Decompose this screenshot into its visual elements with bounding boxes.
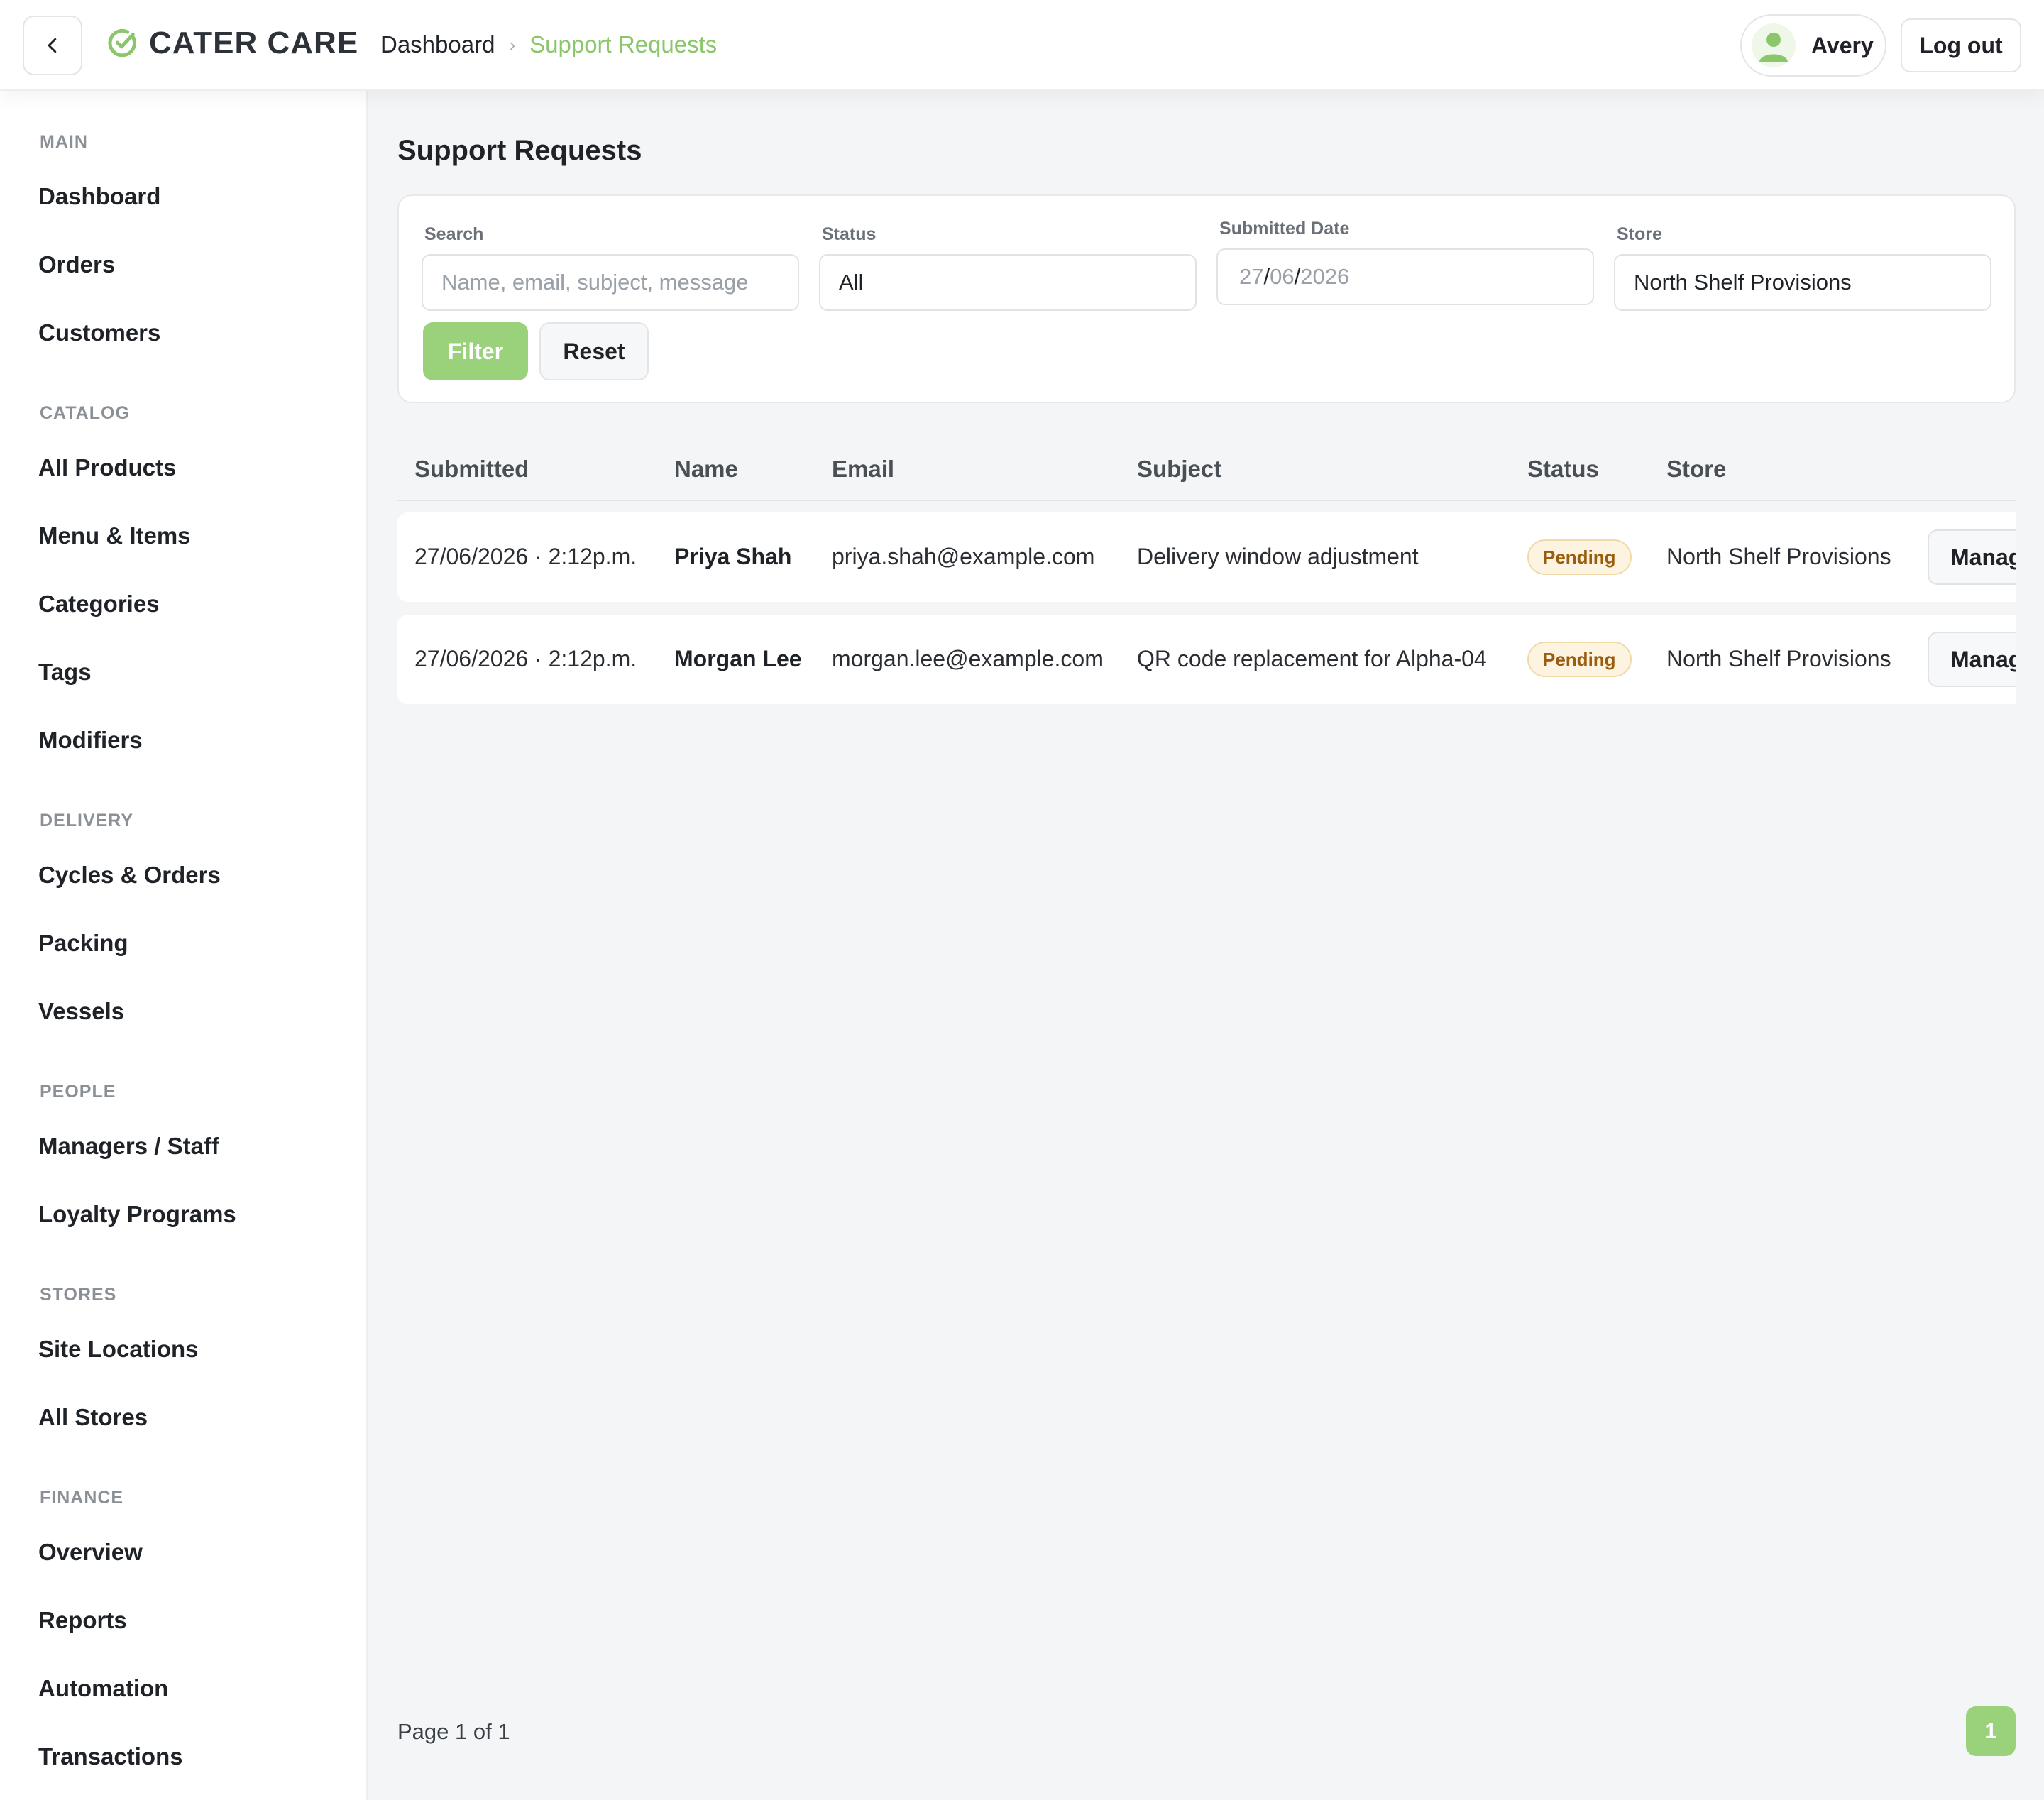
search-placeholder: Name, email, subject, message: [441, 270, 749, 295]
date-day: 27: [1239, 264, 1264, 289]
sidebar-section-delivery: DELIVERY: [40, 811, 134, 830]
column-status: Status: [1527, 456, 1599, 482]
date-month: 06: [1270, 264, 1295, 289]
cell-submitted: 27/06/2026 · 2:12p.m.: [414, 544, 637, 569]
table-row: 27/06/2026 · 2:12p.m. Priya Shah priya.s…: [397, 512, 2016, 602]
cell-name: Morgan Lee: [674, 646, 802, 671]
sidebar-item-categories[interactable]: Categories: [38, 591, 160, 618]
logout-button[interactable]: Log out: [1901, 18, 2021, 72]
status-select[interactable]: All: [819, 254, 1197, 311]
sidebar-item-packing[interactable]: Packing: [38, 930, 128, 957]
store-label: Store: [1617, 224, 1662, 244]
column-email: Email: [832, 456, 895, 482]
sidebar-item-dashboard[interactable]: Dashboard: [38, 183, 160, 210]
sidebar-item-managers-staff[interactable]: Managers / Staff: [38, 1133, 219, 1160]
sidebar-item-menu-items[interactable]: Menu & Items: [38, 522, 191, 549]
sidebar-item-overview[interactable]: Overview: [38, 1539, 143, 1566]
sidebar-item-orders[interactable]: Orders: [38, 251, 115, 278]
date-separator: /: [1263, 264, 1270, 289]
pagination-page-button[interactable]: 1: [1966, 1706, 2016, 1756]
sidebar-item-cycles-orders[interactable]: Cycles & Orders: [38, 862, 221, 889]
column-store: Store: [1666, 456, 1727, 482]
sidebar-item-transactions[interactable]: Transactions: [38, 1743, 183, 1770]
status-label: Status: [822, 224, 877, 244]
manage-button[interactable]: Manage: [1928, 529, 2016, 585]
cell-store: North Shelf Provisions: [1666, 646, 1891, 671]
back-button[interactable]: [23, 16, 82, 75]
submitted-date-label: Submitted Date: [1219, 219, 1350, 238]
sidebar: MAIN Dashboard Orders Customers CATALOG …: [0, 91, 368, 1800]
filter-button[interactable]: Filter: [423, 322, 528, 380]
submitted-date-input[interactable]: 27/06/2026: [1216, 248, 1594, 305]
column-subject: Subject: [1137, 456, 1222, 482]
sidebar-item-all-stores[interactable]: All Stores: [38, 1404, 148, 1431]
filter-panel: Search Name, email, subject, message Sta…: [397, 194, 2016, 403]
chevron-left-icon: [48, 38, 57, 53]
reset-button[interactable]: Reset: [539, 322, 649, 380]
breadcrumb-dashboard-link[interactable]: Dashboard: [380, 31, 495, 58]
sidebar-section-people: PEOPLE: [40, 1082, 116, 1102]
store-select[interactable]: North Shelf Provisions: [1614, 254, 1991, 311]
date-separator: /: [1294, 264, 1301, 289]
sidebar-section-finance: FINANCE: [40, 1488, 124, 1508]
brand-name: CATER CARE: [149, 26, 359, 60]
sidebar-section-stores: STORES: [40, 1285, 117, 1305]
breadcrumb-current: Support Requests: [529, 31, 718, 57]
search-label: Search: [424, 224, 484, 244]
check-circle-icon: [108, 28, 136, 57]
date-year: 2026: [1300, 264, 1350, 289]
sidebar-item-reports[interactable]: Reports: [38, 1607, 127, 1634]
sidebar-item-vessels[interactable]: Vessels: [38, 998, 124, 1025]
status-badge: Pending: [1527, 642, 1632, 677]
sidebar-item-loyalty-programs[interactable]: Loyalty Programs: [38, 1201, 236, 1228]
status-select-value: All: [839, 270, 864, 295]
user-avatar-icon: [1752, 23, 1796, 67]
search-input[interactable]: Name, email, subject, message: [422, 254, 799, 311]
requests-table: 27/06/2026 · 2:12p.m. Priya Shah priya.s…: [397, 512, 2016, 708]
cell-name: Priya Shah: [674, 544, 792, 569]
sidebar-item-modifiers[interactable]: Modifiers: [38, 727, 143, 754]
cell-email: morgan.lee@example.com: [832, 646, 1104, 671]
column-submitted: Submitted: [414, 456, 529, 482]
table-row: 27/06/2026 · 2:12p.m. Morgan Lee morgan.…: [397, 615, 2016, 704]
user-name: Avery: [1811, 32, 1874, 58]
cell-email: priya.shah@example.com: [832, 544, 1095, 569]
sidebar-section-catalog: CATALOG: [40, 403, 130, 423]
breadcrumb-separator: ›: [509, 33, 516, 55]
brand-logo[interactable]: CATER CARE: [106, 26, 358, 61]
cell-store: North Shelf Provisions: [1666, 544, 1891, 569]
sidebar-section-main: MAIN: [40, 132, 88, 152]
status-badge: Pending: [1527, 539, 1632, 575]
breadcrumb: Dashboard › Support Requests: [380, 31, 717, 58]
pagination-info: Page 1 of 1: [397, 1719, 510, 1744]
manage-button[interactable]: Manage: [1928, 632, 2016, 687]
sidebar-item-customers[interactable]: Customers: [38, 319, 160, 346]
sidebar-item-tags[interactable]: Tags: [38, 659, 92, 686]
store-select-value: North Shelf Provisions: [1634, 270, 1852, 295]
sidebar-item-automation[interactable]: Automation: [38, 1675, 168, 1702]
user-menu[interactable]: Avery: [1740, 14, 1886, 77]
cell-subject: QR code replacement for Alpha-04: [1137, 646, 1487, 671]
page-title: Support Requests: [397, 135, 642, 166]
sidebar-item-site-locations[interactable]: Site Locations: [38, 1336, 199, 1363]
cell-submitted: 27/06/2026 · 2:12p.m.: [414, 646, 637, 671]
column-name: Name: [674, 456, 738, 482]
cell-subject: Delivery window adjustment: [1137, 544, 1419, 569]
top-bar: CATER CARE Dashboard › Support Requests …: [0, 0, 2044, 91]
table-header: Submitted Name Email Subject Status Stor…: [397, 447, 2016, 501]
sidebar-item-all-products[interactable]: All Products: [38, 454, 176, 481]
